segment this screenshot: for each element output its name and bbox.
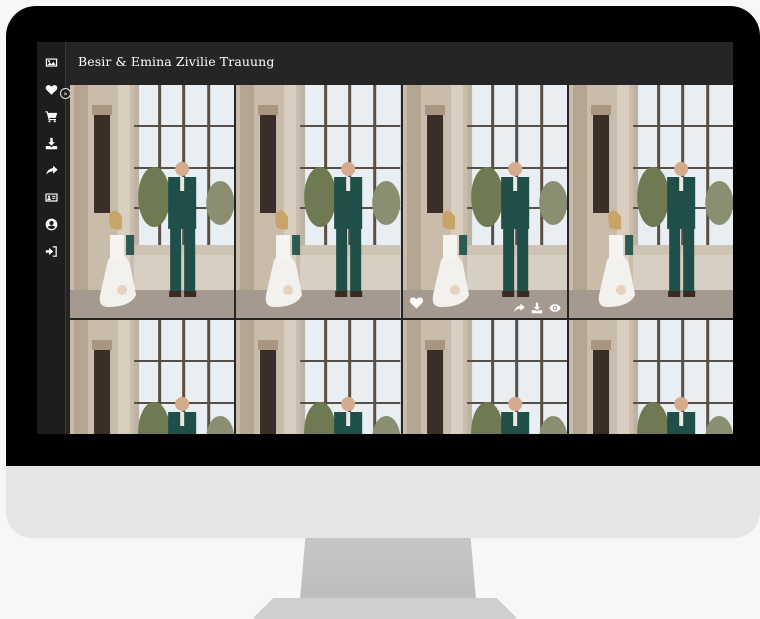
wedding-photo-image <box>70 85 235 318</box>
sidebar-divider <box>65 42 66 434</box>
wedding-photo-image <box>568 320 733 434</box>
sidebar-item-account[interactable] <box>40 214 62 234</box>
gallery-photo[interactable] <box>236 320 401 434</box>
photo-grid <box>70 85 733 434</box>
download-icon <box>531 302 542 314</box>
share-icon <box>513 303 525 313</box>
heart-icon <box>409 297 423 309</box>
wedding-photo-image <box>236 85 401 318</box>
view-photo-button[interactable] <box>549 299 561 312</box>
monitor-stand-base <box>252 598 518 619</box>
sign-in-icon <box>45 245 57 257</box>
wedding-photo-image <box>70 320 235 434</box>
gallery-photo[interactable] <box>568 320 733 434</box>
sidebar-item-gallery[interactable] <box>40 52 62 72</box>
sidebar-item-cart[interactable] <box>40 106 62 126</box>
user-circle-icon <box>45 218 57 230</box>
gallery-screen: » Besir & Emina Zivilie Trauung <box>37 42 733 434</box>
share-photo-button[interactable] <box>513 299 525 313</box>
heart-icon <box>45 84 57 95</box>
monitor-stand-neck <box>300 538 476 600</box>
cart-icon <box>44 110 57 122</box>
double-chevron-right-icon: » <box>63 90 68 98</box>
gallery-photo[interactable] <box>236 85 401 318</box>
share-icon <box>45 165 58 175</box>
id-card-icon <box>44 192 58 202</box>
gallery-photo[interactable] <box>568 85 733 318</box>
photo-actions <box>513 299 561 314</box>
download-photo-button[interactable] <box>531 299 543 314</box>
monitor-chin <box>6 466 760 538</box>
gallery-photo[interactable] <box>70 320 235 434</box>
gallery-photo[interactable] <box>402 320 567 434</box>
image-icon <box>45 57 57 67</box>
sidebar-item-contact-card[interactable] <box>40 187 62 207</box>
favorite-photo-button[interactable] <box>409 295 424 310</box>
gallery-photo[interactable] <box>402 85 567 318</box>
wedding-photo-image <box>236 320 401 434</box>
sidebar-item-favorites[interactable] <box>40 79 62 99</box>
wedding-photo-image <box>402 320 567 434</box>
sidebar-item-login[interactable] <box>40 241 62 261</box>
sidebar-item-share[interactable] <box>40 160 62 180</box>
sidebar-item-download[interactable] <box>40 133 62 153</box>
gallery-photo[interactable] <box>70 85 235 318</box>
photo-hover-overlay <box>403 85 567 318</box>
download-icon <box>45 137 57 149</box>
wedding-photo-image <box>568 85 733 318</box>
sidebar <box>37 42 65 434</box>
eye-icon <box>549 304 561 312</box>
gallery-title: Besir & Emina Zivilie Trauung <box>78 54 275 69</box>
